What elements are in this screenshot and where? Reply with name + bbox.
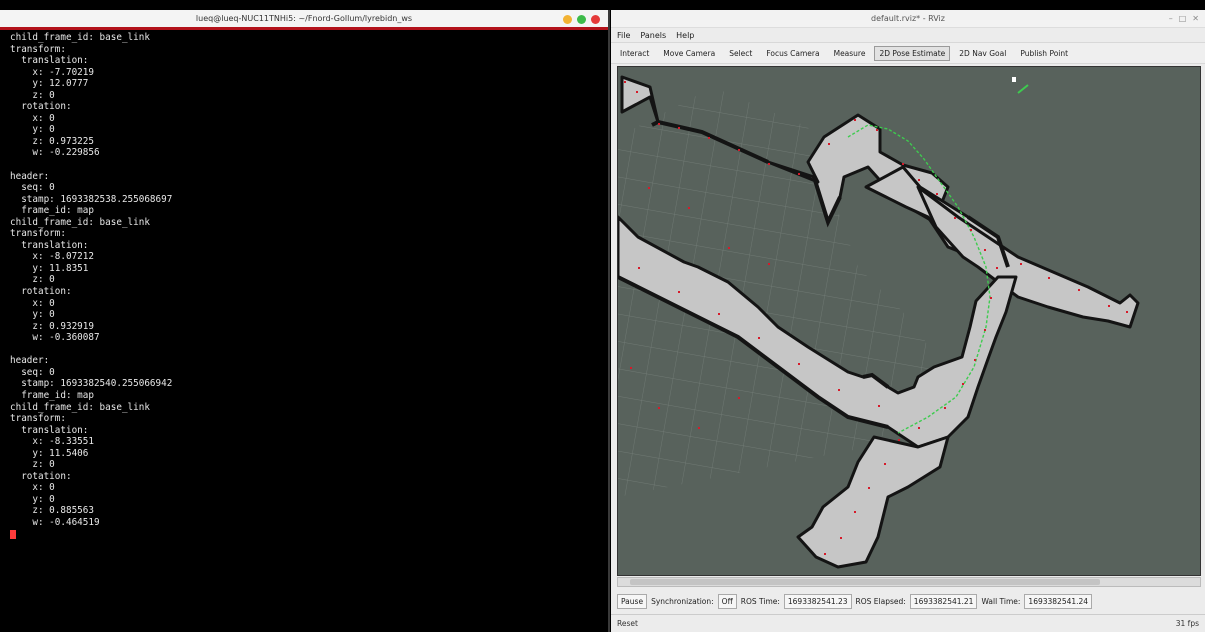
- terminal-window[interactable]: lueq@lueq-NUC11TNHi5: ~/Fnord-Gollum/lyr…: [0, 10, 610, 632]
- terminal-line: transform:: [10, 43, 66, 55]
- 3d-view-canvas[interactable]: [617, 66, 1201, 576]
- terminal-line: z: 0: [10, 459, 55, 471]
- occupancy-grid-map: [618, 67, 1200, 575]
- tool-2d-pose-estimate[interactable]: 2D Pose Estimate: [874, 45, 951, 61]
- reset-button[interactable]: Reset: [617, 619, 638, 628]
- ros-time-value: 1693382541.23: [783, 593, 852, 609]
- close-icon[interactable]: ✕: [1192, 14, 1199, 23]
- menu-file[interactable]: File: [617, 31, 630, 40]
- terminal-line: w: -0.360087: [10, 332, 100, 344]
- terminal-line: rotation:: [10, 101, 72, 113]
- scrollbar-thumb[interactable]: [630, 579, 1100, 585]
- tool-select[interactable]: Select: [724, 46, 757, 61]
- tool-2d-nav-goal[interactable]: 2D Nav Goal: [954, 46, 1011, 61]
- synchronization-label: Synchronization:: [651, 596, 714, 606]
- rviz-window[interactable]: default.rviz* - RViz – □ ✕ File Panels H…: [611, 10, 1205, 632]
- terminal-line: y: 0: [10, 493, 55, 505]
- terminal-line: x: -7.70219: [10, 66, 94, 78]
- menu-help[interactable]: Help: [676, 31, 694, 40]
- status-bar: Reset 31 fps: [611, 614, 1205, 632]
- ros-time-label: ROS Time:: [740, 596, 780, 606]
- terminal-line: stamp: 1693382538.255068697: [10, 193, 173, 205]
- ros-elapsed-value: 1693382541.21: [909, 593, 978, 609]
- time-panel: Pause Synchronization: Off ROS Time: 169…: [617, 592, 1203, 610]
- terminal-line: child_frame_id: base_link: [10, 216, 150, 228]
- terminal-line: rotation:: [10, 286, 72, 298]
- terminal-line: rotation:: [10, 470, 72, 482]
- terminal-line: y: 0: [10, 309, 55, 321]
- terminal-line: z: 0: [10, 89, 55, 101]
- terminal-line: y: 12.0777: [10, 78, 89, 90]
- minimize-icon[interactable]: [563, 15, 572, 24]
- terminal-line: x: -8.07212: [10, 251, 94, 263]
- rviz-title-bar[interactable]: default.rviz* - RViz – □ ✕: [611, 10, 1205, 28]
- terminal-line: y: 11.8351: [10, 262, 89, 274]
- terminal-line: header:: [10, 170, 50, 182]
- tool-move-camera[interactable]: Move Camera: [658, 46, 720, 61]
- wall-time-label: Wall Time:: [981, 596, 1021, 606]
- terminal-line: z: 0.932919: [10, 320, 94, 332]
- terminal-line: transform:: [10, 413, 66, 425]
- terminal-title: lueq@lueq-NUC11TNHi5: ~/Fnord-Gollum/lyr…: [195, 14, 413, 23]
- terminal-line: translation:: [10, 239, 89, 251]
- synchronization-select[interactable]: Off: [717, 593, 737, 609]
- terminal-line: z: 0: [10, 274, 55, 286]
- terminal-line: z: 0.885563: [10, 505, 94, 517]
- terminal-line: child_frame_id: base_link: [10, 401, 150, 413]
- terminal-line: stamp: 1693382540.255066942: [10, 378, 173, 390]
- terminal-line: x: 0: [10, 112, 55, 124]
- terminal-line: translation:: [10, 55, 89, 67]
- minimize-icon[interactable]: –: [1169, 14, 1173, 23]
- terminal-line: translation:: [10, 424, 89, 436]
- terminal-line: y: 0: [10, 124, 55, 136]
- terminal-line: x: 0: [10, 482, 55, 494]
- fps-readout: 31 fps: [1175, 619, 1199, 628]
- terminal-line: seq: 0: [10, 366, 55, 378]
- tool-bar: Interact Move Camera Select Focus Camera…: [611, 42, 1205, 64]
- horizontal-scrollbar[interactable]: [617, 577, 1201, 587]
- cursor: [10, 529, 16, 539]
- menu-panels[interactable]: Panels: [640, 31, 666, 40]
- rviz-title: default.rviz* - RViz: [871, 14, 945, 23]
- close-icon[interactable]: [591, 15, 600, 24]
- tool-interact[interactable]: Interact: [615, 46, 654, 61]
- menu-bar: File Panels Help: [611, 28, 1205, 42]
- terminal-line: w: -0.464519: [10, 516, 100, 528]
- ros-elapsed-label: ROS Elapsed:: [855, 596, 906, 606]
- terminal-cursor-line: [10, 529, 608, 541]
- terminal-line: z: 0.973225: [10, 135, 94, 147]
- tool-focus-camera[interactable]: Focus Camera: [761, 46, 824, 61]
- terminal-line: header:: [10, 355, 50, 367]
- tool-publish-point[interactable]: Publish Point: [1015, 46, 1073, 61]
- maximize-icon[interactable]: [577, 15, 586, 24]
- terminal-line: transform:: [10, 228, 66, 240]
- tool-measure[interactable]: Measure: [829, 46, 871, 61]
- terminal-line: x: -8.33551: [10, 436, 94, 448]
- terminal-title-bar[interactable]: lueq@lueq-NUC11TNHi5: ~/Fnord-Gollum/lyr…: [0, 10, 608, 30]
- terminal-line: w: -0.229856: [10, 147, 100, 159]
- desktop-top-bar: [0, 0, 1205, 10]
- terminal-line: frame_id: map: [10, 205, 94, 217]
- terminal-line: frame_id: map: [10, 389, 94, 401]
- terminal-line: seq: 0: [10, 182, 55, 194]
- terminal-line: x: 0: [10, 297, 55, 309]
- maximize-icon[interactable]: □: [1179, 14, 1187, 23]
- pause-button[interactable]: Pause: [617, 593, 648, 609]
- wall-time-value: 1693382541.24: [1024, 593, 1093, 609]
- terminal-line: child_frame_id: base_link: [10, 32, 150, 43]
- terminal-line: y: 11.5406: [10, 447, 89, 459]
- terminal-output[interactable]: child_frame_id: base_link transform: tran…: [0, 30, 608, 540]
